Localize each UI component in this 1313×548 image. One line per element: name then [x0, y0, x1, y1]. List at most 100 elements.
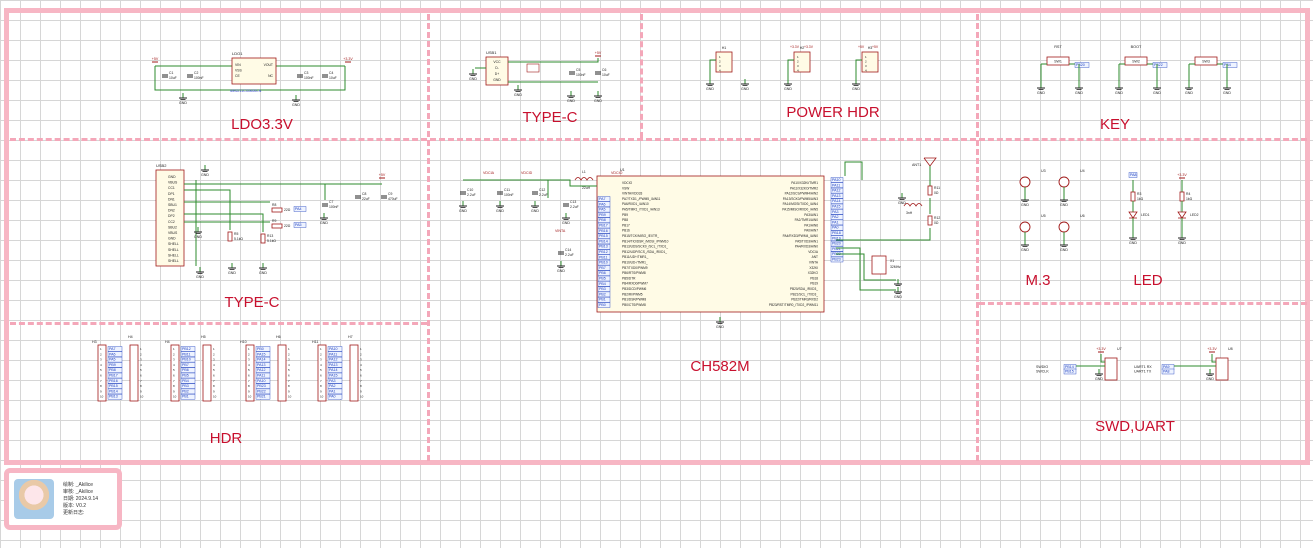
net-label: PA2	[832, 215, 839, 219]
net-label: PA1	[832, 220, 839, 224]
hdr-pin-number: 5	[140, 368, 142, 372]
hdr-pin-number: 3	[288, 358, 290, 362]
mcu-pin-right: VINTA	[809, 261, 819, 265]
net-label: PA14	[832, 199, 841, 203]
resistor-ref: R5	[234, 232, 238, 236]
net-label: PB21	[257, 395, 266, 399]
net-label: PB15	[599, 234, 608, 238]
capacitor-value: 2.2uF	[539, 193, 548, 197]
hdr-pin-number: 2	[288, 352, 290, 356]
net-label: PA15	[329, 374, 338, 378]
hdr-pin-number: 8	[360, 384, 362, 388]
usb2-pin: VBUS	[168, 181, 178, 185]
resistor-value: 1kΩ	[1186, 197, 1193, 201]
capacitor-value: 2.2uF	[570, 205, 579, 209]
power-net-label: +3.3V	[1096, 347, 1106, 351]
power-header-net: +5V	[872, 45, 879, 49]
mcu-power-net: VDCIO	[611, 171, 623, 175]
mounting-hole	[1058, 221, 1070, 233]
crystal-body	[871, 255, 887, 275]
hdr-ref: H6	[276, 335, 281, 339]
mcu-pin-left: PB11/UD+/TMR1_	[622, 255, 648, 259]
ldo-pin-left: VSS	[235, 69, 243, 73]
capacitor-ref: C10	[467, 188, 473, 192]
crystal-ref: X1	[890, 259, 894, 263]
resistor-ref: R13	[267, 234, 273, 238]
hdr-pin-number: 5	[213, 368, 215, 372]
hdr-pin-number: 10	[100, 395, 104, 399]
resistor-body	[927, 215, 933, 226]
resistor-value: 5.1kΩ	[267, 239, 276, 243]
net-label: PB14	[109, 389, 118, 393]
ldo-pin-left: CE	[235, 74, 240, 78]
mcu-pin-right: PA11/X32KO/TMR2	[790, 186, 818, 190]
mcu-power-net: VDCIA	[483, 171, 495, 175]
hdr-pin-number: 9	[140, 389, 142, 393]
swd-signal-label: UART1 RX	[1134, 365, 1152, 369]
capacitor-ref: C3	[304, 71, 308, 75]
net-label: PB11	[182, 352, 191, 356]
hdr-ref: H10	[240, 340, 247, 344]
net-label: PA13	[329, 363, 338, 367]
gnd-label: GND	[469, 77, 477, 81]
ldo-pin-left: VIN	[235, 63, 241, 67]
net-label: PB2	[182, 389, 189, 393]
capacitor-ref: C12	[539, 188, 545, 192]
net-label: PB0	[599, 303, 606, 307]
capacitor-value: 2.2uF	[467, 193, 476, 197]
net-label: PB23	[257, 384, 266, 388]
net-label: PB14	[599, 239, 608, 243]
net-label: PA13	[832, 194, 841, 198]
net-label: PB5	[182, 374, 189, 378]
usb2-pin: GND	[168, 175, 176, 179]
mcu-pin-right: PA10/X32KI/TMR1	[791, 181, 818, 185]
usb2-cc1-wire	[184, 189, 231, 230]
gnd-label: GND	[557, 269, 565, 273]
hdr-pin-number: 5	[360, 368, 362, 372]
hdr-ref: H5	[201, 335, 206, 339]
gnd-label: GND	[194, 235, 202, 239]
mcu-pin-left: PB16	[622, 229, 630, 233]
mcu-pin-left: PA6/RXD1_/AIN10	[622, 202, 649, 206]
hdr-pin-number: 1	[288, 347, 290, 351]
net-label: PB10	[599, 261, 608, 265]
net-label: PB17	[599, 224, 608, 228]
resistor-value: 5.1kΩ	[234, 237, 243, 241]
net-label: PB13	[109, 395, 118, 399]
hdr-pin-number: 4	[360, 363, 362, 367]
gnd-label: GND	[706, 87, 714, 91]
hdr-pin-number: 4	[213, 363, 215, 367]
hdr-pin-number: 10	[320, 395, 324, 399]
capacitor-ref: C4	[329, 71, 333, 75]
key-label: RST	[1054, 45, 1062, 49]
net-label: PA6	[599, 202, 606, 206]
net-label: PA8	[1130, 173, 1137, 177]
mcu-pin-left: PB3/DCD/PWM6	[622, 287, 646, 291]
gnd-label: GND	[1178, 241, 1186, 245]
crystal-wire	[836, 253, 896, 281]
led-symbol	[1177, 211, 1187, 219]
resistor-value: 1kΩ	[1137, 197, 1144, 201]
capacitor-value: 470uF	[388, 197, 398, 201]
capacitor-value: 100nF	[576, 73, 586, 77]
net-label: PA4	[295, 207, 302, 211]
mcu-pin-left: PB6/RTS/PWM8	[622, 271, 646, 275]
resistor-body	[271, 207, 283, 213]
net-label: PA10	[257, 379, 266, 383]
gnd-label: GND	[852, 87, 860, 91]
net-label: PA10	[832, 178, 841, 182]
net-label: PB13	[599, 245, 608, 249]
usb1-ref: USB1	[486, 50, 497, 55]
hdr-pin-number: 1	[140, 347, 142, 351]
hdr-pin-number: 7	[288, 379, 290, 383]
capacitor-value: 100nF	[329, 205, 339, 209]
net-label: PB15	[1065, 370, 1074, 374]
usb2-pin: CC2	[168, 220, 175, 224]
swd-ref: U8	[1228, 347, 1233, 351]
net-label: PB18	[832, 231, 841, 235]
led-ref: LED2	[1190, 213, 1199, 217]
net-label: PA12	[257, 368, 266, 372]
power-net-label: +5V	[152, 57, 159, 61]
hdr-pin-number: 10	[173, 395, 177, 399]
mcu-power-net: VINTA	[555, 229, 566, 233]
